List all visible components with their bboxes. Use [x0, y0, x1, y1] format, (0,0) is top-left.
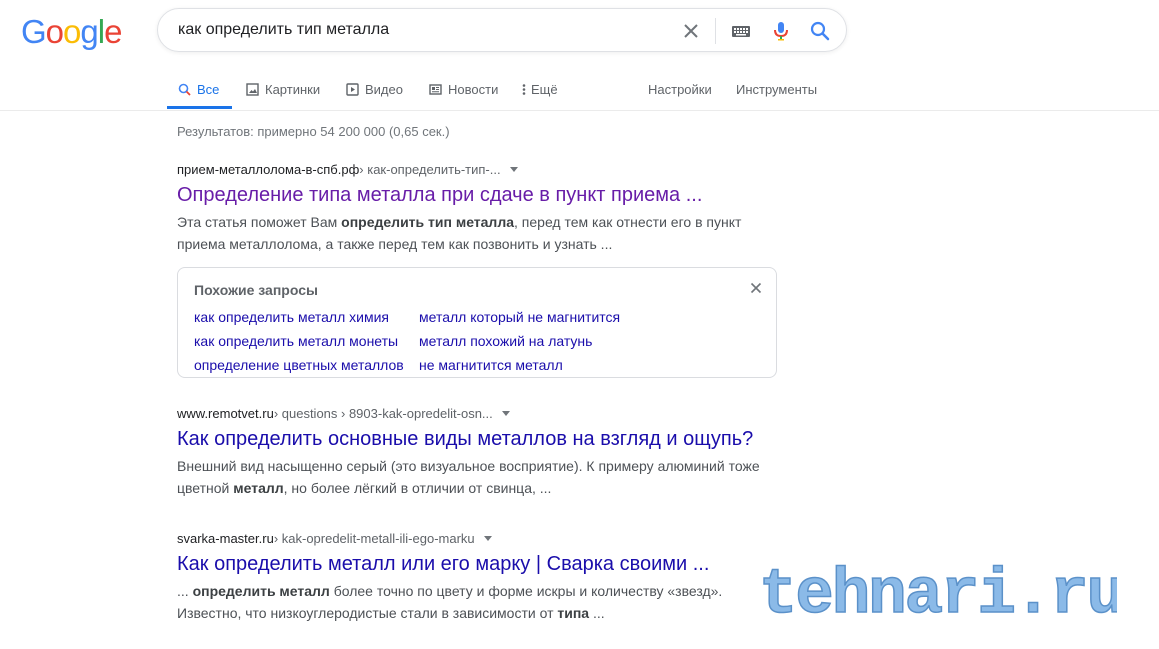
- snippet-highlight: определить металл: [192, 583, 330, 599]
- chevron-down-icon[interactable]: [509, 167, 518, 172]
- active-tab-indicator: [167, 106, 232, 109]
- result-snippet: ... определить металл более точно по цве…: [177, 580, 777, 624]
- logo-letter: o: [63, 13, 81, 50]
- result-snippet: Внешний вид насыщенно серый (это визуаль…: [177, 455, 777, 499]
- logo-letter: o: [45, 13, 64, 50]
- result-title[interactable]: Как определить основные виды металлов на…: [177, 426, 777, 452]
- result-stats: Результатов: примерно 54 200 000 (0,65 с…: [177, 124, 450, 139]
- snippet-text: , но более лёгкий в отличии от свинца, .…: [283, 480, 552, 496]
- tab-images[interactable]: Картинки: [245, 70, 320, 108]
- result-snippet: Эта статья поможет Вам определить тип ме…: [177, 211, 777, 255]
- more-vert-icon: [520, 82, 528, 96]
- search-icon[interactable]: [809, 20, 831, 42]
- result-path: › questions › 8903-kak-opredelit-osn...: [273, 406, 493, 421]
- image-icon: [245, 82, 259, 96]
- result-title[interactable]: Определение типа металла при сдаче в пун…: [177, 182, 777, 208]
- tab-label: Инструменты: [736, 81, 818, 97]
- snippet-text: ...: [589, 605, 605, 621]
- search-tabs: Все Картинки Видео Новости Ещё Настройки…: [0, 70, 1159, 111]
- search-icon: [177, 82, 191, 96]
- related-link[interactable]: как определить металл монеты: [194, 329, 404, 353]
- logo-letter: e: [104, 13, 122, 50]
- tab-all[interactable]: Все: [177, 70, 219, 108]
- clear-icon[interactable]: [680, 20, 702, 42]
- close-icon[interactable]: [748, 280, 764, 296]
- related-link[interactable]: как определить металл химия: [194, 305, 404, 329]
- google-logo[interactable]: Google: [21, 13, 122, 51]
- result-url[interactable]: прием-металлолома-в-спб.рф › как-определ…: [177, 162, 777, 177]
- tab-video[interactable]: Видео: [345, 70, 403, 108]
- tab-label: Видео: [365, 81, 403, 97]
- watermark-logo: tehnari.ru: [758, 559, 1117, 622]
- related-link[interactable]: определение цветных металлов: [194, 353, 404, 377]
- tab-more[interactable]: Ещё: [520, 70, 558, 108]
- result-path: › kak-opredelit-metall-ili-ego-marku: [273, 531, 475, 546]
- tab-label: Настройки: [648, 81, 712, 97]
- related-link[interactable]: металл который не магнитится: [419, 305, 620, 329]
- related-title: Похожие запросы: [194, 282, 318, 298]
- tab-settings[interactable]: Настройки: [648, 70, 712, 108]
- logo-letter: g: [80, 13, 98, 50]
- result-domain: прием-металлолома-в-спб.рф: [177, 162, 360, 177]
- tab-label: Картинки: [265, 81, 321, 97]
- logo-letter: G: [21, 13, 47, 50]
- microphone-icon[interactable]: [770, 20, 792, 42]
- chevron-down-icon[interactable]: [501, 411, 510, 416]
- search-divider: [715, 18, 716, 44]
- tab-news[interactable]: Новости: [428, 70, 498, 108]
- tab-label: Все: [197, 81, 220, 97]
- video-icon: [345, 82, 359, 96]
- tab-tools[interactable]: Инструменты: [736, 70, 817, 108]
- result-domain: www.remotvet.ru: [177, 406, 274, 421]
- snippet-text: Эта статья поможет Вам: [177, 214, 342, 230]
- search-box: [157, 8, 847, 52]
- watermark-text: tehnari.ru: [759, 560, 1117, 622]
- search-result: www.remotvet.ru › questions › 8903-kak-o…: [177, 406, 777, 499]
- chevron-down-icon[interactable]: [483, 536, 492, 541]
- result-title[interactable]: Как определить металл или его марку | Св…: [177, 551, 777, 577]
- related-column: металл который не магнитится металл похо…: [419, 305, 620, 377]
- search-input[interactable]: [178, 9, 658, 51]
- related-column: как определить металл химия как определи…: [194, 305, 404, 377]
- result-url[interactable]: svarka-master.ru › kak-opredelit-metall-…: [177, 531, 777, 546]
- snippet-highlight: металл: [233, 480, 284, 496]
- search-result: прием-металлолома-в-спб.рф › как-определ…: [177, 162, 777, 255]
- tab-label: Ещё: [531, 81, 558, 97]
- news-icon: [428, 82, 442, 96]
- related-searches: Похожие запросы как определить металл хи…: [177, 267, 777, 378]
- related-link[interactable]: не магнитится металл: [419, 353, 620, 377]
- snippet-highlight: типа: [557, 605, 590, 621]
- snippet-highlight: определить тип металла: [341, 214, 515, 230]
- keyboard-icon[interactable]: [730, 20, 752, 42]
- search-result: svarka-master.ru › kak-opredelit-metall-…: [177, 531, 777, 624]
- result-path: › как-определить-тип-...: [359, 162, 501, 177]
- related-link[interactable]: металл похожий на латунь: [419, 329, 620, 353]
- tab-label: Новости: [448, 81, 499, 97]
- result-domain: svarka-master.ru: [177, 531, 274, 546]
- result-url[interactable]: www.remotvet.ru › questions › 8903-kak-o…: [177, 406, 777, 421]
- snippet-text: ...: [177, 583, 193, 599]
